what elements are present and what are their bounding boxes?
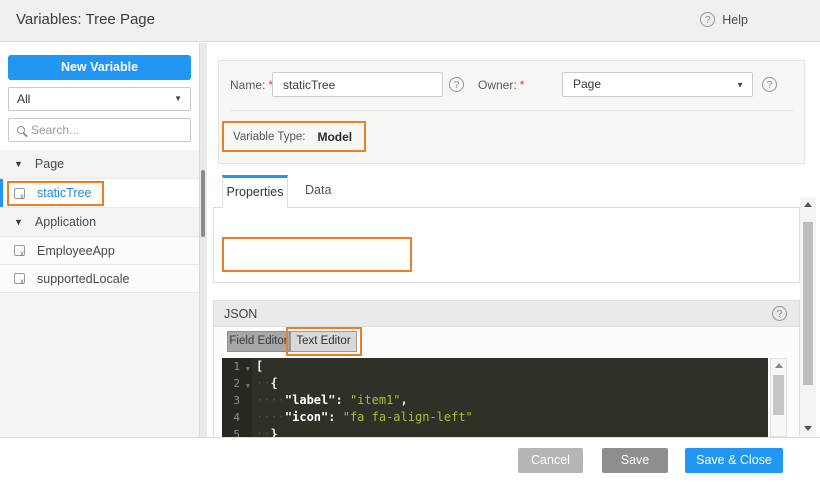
code-line: 2··{ (222, 375, 768, 395)
fold-toggle-icon[interactable]: 1 (222, 358, 252, 378)
panel-scrollbar-thumb[interactable] (803, 222, 813, 385)
code-line: 1[ (222, 358, 768, 378)
cancel-button[interactable]: Cancel (518, 448, 583, 473)
json-title: JSON (224, 306, 258, 321)
code-token: ···· (256, 393, 285, 407)
sidebar-item-employeeapp[interactable]: EmployeeApp (0, 237, 199, 265)
text-editor-button[interactable]: Text Editor (290, 331, 357, 352)
variable-type-label: Variable Type: (233, 130, 306, 143)
variable-filter-select[interactable]: All (8, 87, 191, 111)
name-help-icon[interactable] (449, 77, 464, 92)
variable-type-highlight-box: Variable Type: Model (222, 121, 367, 152)
json-panel-header: JSON (213, 300, 800, 327)
code-token: } (270, 427, 278, 437)
variable-type-value: Model (317, 129, 353, 144)
tab-data[interactable]: Data (305, 183, 331, 197)
sidebar-item-application[interactable]: Application (0, 208, 199, 237)
variable-search (8, 118, 191, 142)
line-number: 5 (222, 426, 252, 437)
editor-scrollbar-track[interactable] (770, 358, 787, 437)
new-variable-button[interactable]: New Variable (8, 55, 191, 80)
search-input[interactable] (31, 123, 181, 137)
code-text: ····"icon": "fa fa-align-left" (252, 409, 473, 426)
sidebar-item-supportedlocale[interactable]: supportedLocale (0, 265, 199, 293)
required-marker: * (519, 78, 525, 92)
code-token: "icon" (284, 410, 329, 424)
code-text: [ (252, 358, 263, 375)
chevron-down-icon (736, 73, 744, 96)
fold-toggle-icon[interactable]: 2 (222, 375, 252, 395)
code-token: "label" (284, 393, 336, 407)
field-editor-button[interactable]: Field Editor (227, 331, 290, 352)
help-label: Help (722, 12, 748, 27)
panel-scrollbar-track[interactable] (800, 197, 816, 437)
tab-properties[interactable]: Properties (222, 175, 288, 208)
owner-label: Owner: * (478, 78, 525, 92)
code-text: ····"label": "item1", (252, 392, 408, 409)
owner-help-icon[interactable] (762, 77, 777, 92)
code-token: ·· (256, 376, 271, 390)
chevron-down-icon (174, 88, 182, 110)
name-field[interactable] (272, 72, 443, 97)
editor-scrollbar-thumb[interactable] (773, 375, 784, 415)
help-button[interactable]: Help (700, 12, 748, 27)
code-token: ·· (256, 427, 271, 437)
sidebar-item-statictree[interactable]: staticTree (0, 179, 199, 208)
selected-indicator-bar (0, 179, 3, 207)
code-token: : (328, 410, 336, 424)
scroll-down-icon[interactable] (804, 426, 812, 431)
variable-icon (14, 273, 25, 286)
line-number: 4 (222, 409, 252, 426)
orange-highlight-box (7, 181, 104, 206)
variable-filter-value: All (17, 92, 31, 106)
code-line: 5 ··} (222, 426, 768, 437)
code-token: , (400, 393, 408, 407)
sidebar-filler (0, 293, 199, 437)
page-title: Variables: Tree Page (16, 11, 155, 28)
json-code-editor[interactable]: 1[2··{3····"label": "item1",4····"icon":… (222, 358, 768, 437)
scroll-up-icon[interactable] (775, 363, 783, 368)
sidebar-item-page[interactable]: Page (0, 150, 199, 179)
divider (230, 110, 793, 111)
name-label: Name: * (230, 78, 274, 92)
code-text: ··{ (252, 375, 278, 392)
code-token: ···· (256, 410, 285, 424)
dialog-header: Variables: Tree Page Help (0, 0, 820, 42)
help-icon (700, 12, 716, 27)
code-token: [ (256, 359, 264, 373)
sidebar-scrollbar-track[interactable] (199, 43, 207, 437)
divider (0, 437, 820, 438)
code-token: { (270, 376, 278, 390)
code-line: 4 ····"icon": "fa fa-align-left" (222, 409, 768, 426)
variable-icon (14, 245, 25, 258)
variables-dialog: Variables: Tree Page Help New Variable A… (0, 0, 820, 491)
code-line: 3 ····"label": "item1", (222, 392, 768, 409)
code-token: : (335, 393, 343, 407)
is-list-highlight-box (222, 237, 412, 272)
save-button[interactable]: Save (602, 448, 668, 473)
owner-value: Page (573, 77, 602, 91)
code-token: "item1" (349, 393, 401, 407)
owner-select[interactable]: Page (562, 72, 753, 97)
tree-collapse-icon[interactable] (14, 217, 23, 227)
sidebar-scrollbar-thumb[interactable] (201, 170, 205, 237)
search-icon (17, 126, 25, 134)
save-and-close-button[interactable]: Save & Close (685, 448, 783, 473)
tree-collapse-icon[interactable] (14, 159, 23, 169)
json-help-icon[interactable] (772, 306, 787, 321)
code-text: ··} (252, 426, 278, 437)
scroll-up-icon[interactable] (804, 202, 812, 207)
code-token: "fa fa-align-left" (342, 410, 473, 424)
line-number: 3 (222, 392, 252, 409)
